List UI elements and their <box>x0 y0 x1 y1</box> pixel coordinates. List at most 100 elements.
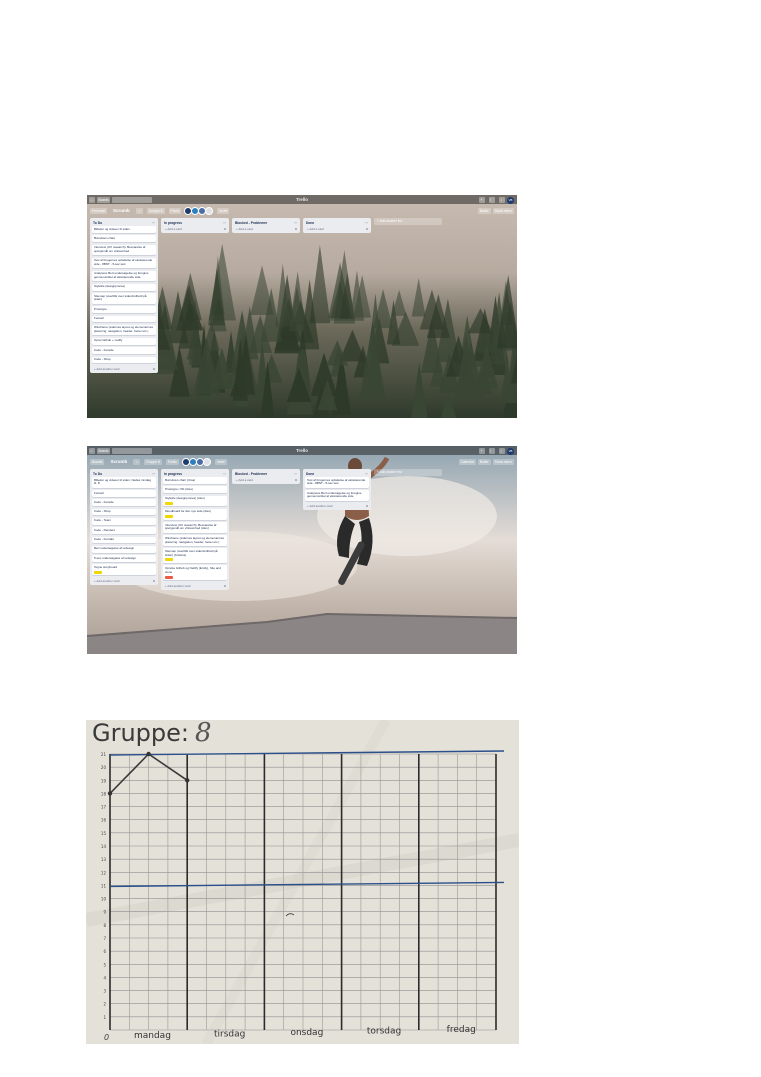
card[interactable]: Kode - Forside <box>92 499 156 507</box>
card[interactable]: Fonsell <box>92 315 156 323</box>
member-avatars[interactable] <box>181 453 211 471</box>
add-card-button[interactable]: + Add a card ⧉ <box>305 226 369 232</box>
card[interactable]: Test af brugernes opfattelse af eksister… <box>92 257 156 269</box>
invite-button[interactable]: Invite <box>214 458 227 465</box>
add-card-button[interactable]: + Add another card ⧉ <box>163 583 227 589</box>
boards-button[interactable]: Boards <box>97 447 111 454</box>
list-title[interactable]: To Do ··· <box>92 471 156 477</box>
card[interactable]: Sitemap (overblik over siden/indhold på … <box>92 293 156 304</box>
card[interactable]: Wireframe (sidernes layout og elementern… <box>163 535 227 546</box>
template-icon[interactable]: ⧉ <box>366 503 368 509</box>
list-title[interactable]: Done ··· <box>305 471 369 477</box>
card[interactable]: Kode - Forside <box>92 347 156 355</box>
card[interactable]: Opret Github + netlify <box>92 337 156 345</box>
add-card-button[interactable]: + Add a card ⧉ <box>234 477 298 483</box>
add-card-button[interactable]: + Add another card ⧉ <box>92 578 156 584</box>
add-list-button[interactable]: + Add another list <box>374 469 442 476</box>
team-button[interactable]: Gruppe 8 <box>144 458 162 465</box>
list-title-text: In progress <box>164 221 182 225</box>
trello-logo: Trello <box>295 448 309 453</box>
bell-icon[interactable]: ♪ <box>499 447 505 454</box>
card[interactable]: 5-sec undersøgelse af redesign <box>92 555 156 562</box>
info-icon[interactable]: i <box>489 447 495 454</box>
search-input[interactable] <box>112 447 153 454</box>
template-icon[interactable]: ⧉ <box>224 226 226 232</box>
card[interactable]: Burndown chart <box>92 235 156 243</box>
card[interactable]: Moodboard for den nye side (Alex) <box>163 508 227 520</box>
search-input[interactable] <box>112 196 153 203</box>
show-menu-button[interactable]: Show menu <box>492 207 514 214</box>
visibility-button[interactable]: Public <box>165 458 179 465</box>
card[interactable]: Kode - Kontakt <box>92 536 156 544</box>
add-card-button[interactable]: + Add another card ⧉ <box>305 503 369 509</box>
add-card-button[interactable]: + Add a card ⧉ <box>163 226 227 232</box>
member-avatars[interactable] <box>184 202 214 220</box>
boards-back-button[interactable]: Boards <box>90 458 105 465</box>
template-icon[interactable]: ⧉ <box>224 583 226 589</box>
template-icon[interactable]: ⧉ <box>295 226 297 232</box>
x-axis-origin-label: 0 <box>104 1033 109 1042</box>
list-menu-icon[interactable]: ··· <box>152 471 155 477</box>
card[interactable]: Styletile (designproces) <box>92 283 156 291</box>
info-icon[interactable]: i <box>489 196 495 203</box>
avatar[interactable]: VB <box>507 196 514 204</box>
list-title[interactable]: In progress ··· <box>163 471 227 477</box>
card[interactable]: Interview (UX research). Besvarelse af s… <box>163 522 227 533</box>
butler-button[interactable]: Butler <box>477 207 491 214</box>
card-title: Test af brugernes opfattelse af eksister… <box>94 258 153 266</box>
invite-button[interactable]: Invite <box>217 207 230 214</box>
show-menu-button[interactable]: Show menu <box>492 458 514 465</box>
list-menu-icon[interactable]: ··· <box>365 471 368 477</box>
card[interactable]: Sitemap (overblik over siden/indhold på … <box>163 548 227 563</box>
card[interactable]: Billeder og videoer til siden <box>92 226 156 233</box>
card[interactable]: Prototype i XD (Alex) <box>163 486 227 494</box>
card[interactable]: Test af brugernes opfattelse af eksister… <box>305 477 369 488</box>
personal-boards-button[interactable]: Personal <box>90 207 108 214</box>
card[interactable]: Billeder og videoer til siden. Nadas min… <box>92 477 156 488</box>
butler-button[interactable]: Butler <box>477 458 491 465</box>
list-title-text: In progress <box>164 472 182 476</box>
template-icon[interactable]: ⧉ <box>153 578 155 584</box>
team-button[interactable]: Gruppe 8 <box>146 207 165 214</box>
add-icon[interactable]: + <box>479 447 485 454</box>
card[interactable]: Prototype <box>92 306 156 314</box>
add-list-button[interactable]: + Add another list <box>374 218 442 225</box>
card[interactable]: Fonsell <box>92 490 156 497</box>
card[interactable]: Wireframe (sidernes layout og elementern… <box>92 324 156 336</box>
add-icon[interactable]: + <box>479 196 485 203</box>
list-menu-icon[interactable]: ··· <box>223 471 226 477</box>
avatar[interactable]: VB <box>507 447 514 455</box>
add-card-button[interactable]: + Add a card ⧉ <box>234 226 298 232</box>
list-title[interactable]: To Do ··· <box>92 220 156 226</box>
card[interactable]: Kode - Team <box>92 517 156 525</box>
card-title: Moodboard for den nye side (Alex) <box>165 509 212 514</box>
card-title: Opret Github + netlify <box>94 338 123 343</box>
list-1: In progress ··· + Add a card ⧉ <box>161 218 229 233</box>
card[interactable]: Interview (UX research). Besvarelse af s… <box>92 244 156 256</box>
board-title[interactable]: Scrumb <box>108 458 129 465</box>
card[interactable]: Kode - Shop <box>92 356 156 364</box>
calendar-button[interactable]: Calendar <box>458 458 476 465</box>
home-icon[interactable]: ⌂ <box>89 447 95 454</box>
card[interactable]: Analysere Bert undersøgelse og foregive … <box>305 490 369 501</box>
card[interactable]: Oprette Github og Netlify (Emily), Site … <box>163 565 227 581</box>
visibility-button[interactable]: Public <box>168 207 182 214</box>
template-icon[interactable]: ⧉ <box>153 366 155 372</box>
star-icon[interactable]: ☆ <box>133 458 141 465</box>
card[interactable]: Tegne storyboard <box>92 564 156 576</box>
board-title[interactable]: Scrumb <box>111 207 132 214</box>
template-icon[interactable]: ⧉ <box>366 226 368 232</box>
card[interactable]: Styletile (designproces) (Alex) <box>163 495 227 507</box>
boards-button[interactable]: Boards <box>97 196 111 203</box>
template-icon[interactable]: ⧉ <box>295 477 297 483</box>
card[interactable]: Kode - Renders <box>92 527 156 535</box>
add-card-button[interactable]: + Add another card ⧉ <box>92 366 156 372</box>
home-icon[interactable]: ⌂ <box>89 196 95 203</box>
list-menu-icon[interactable]: ··· <box>152 220 155 226</box>
card[interactable]: Burndown chart (Ursa) <box>163 477 227 484</box>
card[interactable]: Analysere Bert undersøgelse og foregive … <box>92 270 156 282</box>
card[interactable]: Bert undersøgelse af redesign <box>92 545 156 553</box>
card[interactable]: Kode - Shop <box>92 508 156 516</box>
bell-icon[interactable]: ♪ <box>499 196 505 203</box>
star-icon[interactable]: ☆ <box>135 207 143 214</box>
